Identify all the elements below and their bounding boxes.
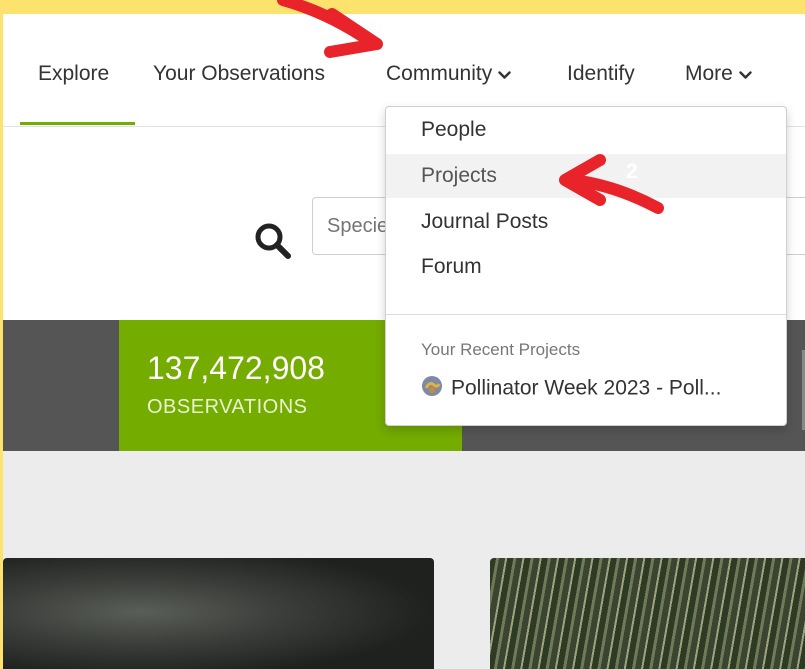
- nav-community-label: Community: [386, 62, 493, 85]
- menu-item-projects[interactable]: Projects: [386, 154, 786, 198]
- community-dropdown-menu: People Projects Journal Posts Forum Your…: [385, 106, 787, 426]
- recent-project-label: Pollinator Week 2023 - Poll...: [451, 376, 722, 400]
- recent-projects-header: Your Recent Projects: [421, 340, 581, 359]
- chevron-down-icon: [498, 62, 511, 86]
- project-thumbnail-icon: [421, 375, 443, 403]
- menu-item-journal-posts[interactable]: Journal Posts: [386, 200, 786, 244]
- nav-identify[interactable]: Identify: [567, 62, 635, 86]
- observation-photo[interactable]: [490, 558, 805, 669]
- observations-count: 137,472,908: [147, 350, 325, 386]
- nav-more[interactable]: More: [685, 62, 752, 86]
- menu-item-people[interactable]: People: [386, 108, 786, 152]
- menu-item-forum[interactable]: Forum: [386, 245, 786, 289]
- observation-photo[interactable]: [3, 558, 434, 669]
- nav-more-label: More: [685, 62, 733, 85]
- active-tab-indicator: [20, 122, 135, 125]
- nav-your-observations[interactable]: Your Observations: [153, 62, 325, 86]
- observations-label: OBSERVATIONS: [147, 396, 308, 418]
- menu-divider: [386, 314, 786, 315]
- browser-frame: Explore Your Observations Community Iden…: [3, 14, 805, 669]
- nav-explore[interactable]: Explore: [38, 62, 109, 86]
- search-icon[interactable]: [253, 221, 293, 266]
- chevron-down-icon: [739, 62, 752, 86]
- recent-project-item[interactable]: Pollinator Week 2023 - Poll...: [421, 375, 721, 403]
- nav-community[interactable]: Community: [386, 62, 511, 86]
- annotation-step-number: 2: [626, 160, 638, 183]
